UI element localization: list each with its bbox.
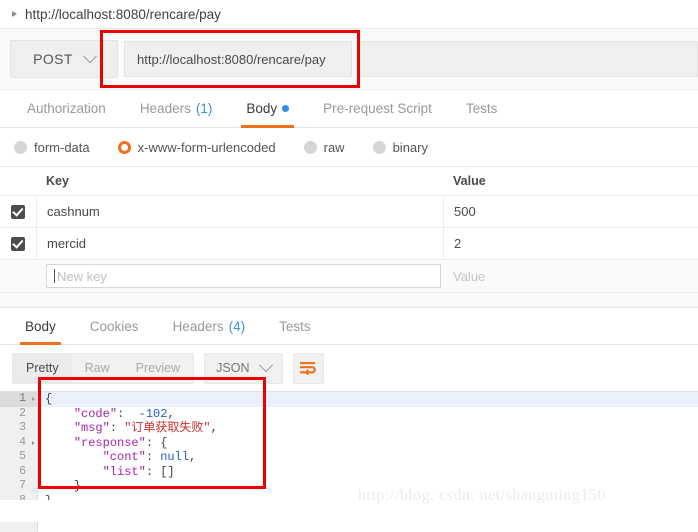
new-key-input[interactable]: New key xyxy=(46,264,441,288)
code-line: "list": [] xyxy=(102,464,175,479)
blue-dot-icon xyxy=(282,105,290,112)
tab-pre-request-script[interactable]: Pre-request Script xyxy=(306,90,449,127)
response-tab-headers[interactable]: Headers (4) xyxy=(156,308,263,344)
row-key[interactable]: mercid xyxy=(37,228,444,259)
checkbox-checked-icon[interactable] xyxy=(11,204,25,219)
table-row[interactable]: cashnum 500 xyxy=(0,196,698,228)
breadcrumb-label: http://localhost:8080/rencare/pay xyxy=(25,6,221,22)
table-header-checkbox-cell xyxy=(0,167,36,195)
code-line: { xyxy=(39,392,698,407)
code-line: "msg": "订单获取失败", xyxy=(73,421,218,435)
radio-x-www-form-urlencoded-label: x-www-form-urlencoded xyxy=(137,139,276,155)
radio-binary-label: binary xyxy=(392,139,428,155)
response-tab-tests-label: Tests xyxy=(279,318,311,334)
radio-form-data[interactable]: form-data xyxy=(14,140,90,155)
tab-body[interactable]: Body xyxy=(229,90,306,128)
breadcrumb[interactable]: http://localhost:8080/rencare/pay xyxy=(0,0,698,28)
radio-binary[interactable]: binary xyxy=(372,139,428,155)
checkbox-checked-icon[interactable] xyxy=(11,236,25,251)
radio-unselected-icon xyxy=(372,140,386,154)
response-tab-bar: Body Cookies Headers (4) Tests xyxy=(0,308,698,345)
tab-body-label: Body xyxy=(246,101,278,116)
http-method-label: POST xyxy=(33,51,73,67)
radio-x-www-form-urlencoded[interactable]: x-www-form-urlencoded xyxy=(117,139,276,155)
http-method-selector[interactable]: POST xyxy=(10,40,118,78)
new-row-value-cell[interactable]: Value xyxy=(443,260,698,292)
line-number: 3 xyxy=(19,421,26,434)
response-tab-cookies-label: Cookies xyxy=(89,318,139,334)
line-number: 7 xyxy=(19,479,26,492)
view-mode-preview[interactable]: Preview xyxy=(123,354,193,383)
row-value[interactable]: 2 xyxy=(444,228,698,259)
new-row-checkbox-cell xyxy=(0,260,36,292)
line-number: 4 xyxy=(0,436,37,451)
chevron-down-icon xyxy=(259,358,274,373)
row-value[interactable]: 500 xyxy=(444,196,698,227)
params-table: Key Value cashnum 500 mercid 2 New key V… xyxy=(0,166,698,308)
new-row-key-cell[interactable]: New key xyxy=(36,260,443,292)
tab-headers-count: (1) xyxy=(195,101,213,116)
response-tab-cookies[interactable]: Cookies xyxy=(73,308,156,344)
new-value-placeholder: Value xyxy=(453,268,486,284)
table-new-row[interactable]: New key Value xyxy=(0,260,698,293)
code-line: "code": -102, xyxy=(73,406,175,421)
url-input[interactable]: http://localhost:8080/rencare/pay xyxy=(124,41,352,77)
tab-authorization[interactable]: Authorization xyxy=(10,90,123,127)
tab-authorization-label: Authorization xyxy=(27,101,106,116)
code-line: "cont": null, xyxy=(102,450,197,464)
line-number: 2 xyxy=(19,406,26,420)
watermark: http://blog. csdn. net/shangming150 xyxy=(358,487,606,504)
radio-raw[interactable]: raw xyxy=(303,139,345,155)
table-filler xyxy=(0,293,698,308)
text-caret xyxy=(54,269,55,283)
row-checkbox-cell[interactable] xyxy=(0,228,37,259)
radio-raw-label: raw xyxy=(323,139,345,155)
response-format-selector[interactable]: JSON xyxy=(204,352,284,384)
row-checkbox-cell[interactable] xyxy=(0,196,37,227)
chevron-down-icon xyxy=(82,49,97,64)
fold-arrow-icon[interactable] xyxy=(32,397,35,401)
fold-arrow-icon[interactable] xyxy=(32,440,35,445)
response-tab-headers-label: Headers xyxy=(172,318,224,334)
body-type-radio-group: form-data x-www-form-urlencoded raw bina… xyxy=(0,128,698,166)
table-header-row: Key Value xyxy=(0,167,698,196)
table-header-key: Key xyxy=(46,174,69,188)
code-line: "response": { xyxy=(73,435,168,450)
response-tab-headers-count: (4) xyxy=(228,318,246,334)
view-mode-raw[interactable]: Raw xyxy=(72,354,123,383)
tab-headers[interactable]: Headers (1) xyxy=(123,90,230,127)
row-key[interactable]: cashnum xyxy=(37,196,444,227)
view-mode-pretty[interactable]: Pretty xyxy=(13,353,72,383)
tab-tests[interactable]: Tests xyxy=(449,90,515,127)
table-header-value: Value xyxy=(453,174,486,188)
request-url-bar: POST http://localhost:8080/rencare/pay xyxy=(0,28,698,89)
triangle-right-icon xyxy=(12,11,17,17)
radio-unselected-icon xyxy=(14,140,27,154)
tab-tests-label: Tests xyxy=(465,101,498,116)
word-wrap-button[interactable] xyxy=(293,352,325,384)
word-wrap-icon xyxy=(300,362,317,375)
line-number: 5 xyxy=(19,450,26,463)
tab-pre-request-script-label: Pre-request Script xyxy=(323,101,432,116)
table-row[interactable]: mercid 2 xyxy=(0,228,698,260)
radio-unselected-icon xyxy=(303,140,317,154)
response-tab-body-label: Body xyxy=(25,318,56,334)
line-number: 6 xyxy=(19,464,26,478)
line-number: 1 xyxy=(0,392,37,407)
response-toolbar: Pretty Raw Preview JSON xyxy=(0,345,698,391)
radio-selected-icon xyxy=(117,140,131,154)
view-mode-group: Pretty Raw Preview xyxy=(12,352,195,384)
url-input-extension[interactable] xyxy=(360,41,698,77)
response-tab-body[interactable]: Body xyxy=(8,308,73,345)
tab-headers-label: Headers xyxy=(139,101,191,116)
response-format-label: JSON xyxy=(216,361,250,375)
new-key-placeholder: New key xyxy=(57,268,107,284)
response-tab-tests[interactable]: Tests xyxy=(262,308,328,344)
request-tab-bar: Authorization Headers (1) Body Pre-reque… xyxy=(0,89,698,128)
radio-form-data-label: form-data xyxy=(34,139,90,155)
